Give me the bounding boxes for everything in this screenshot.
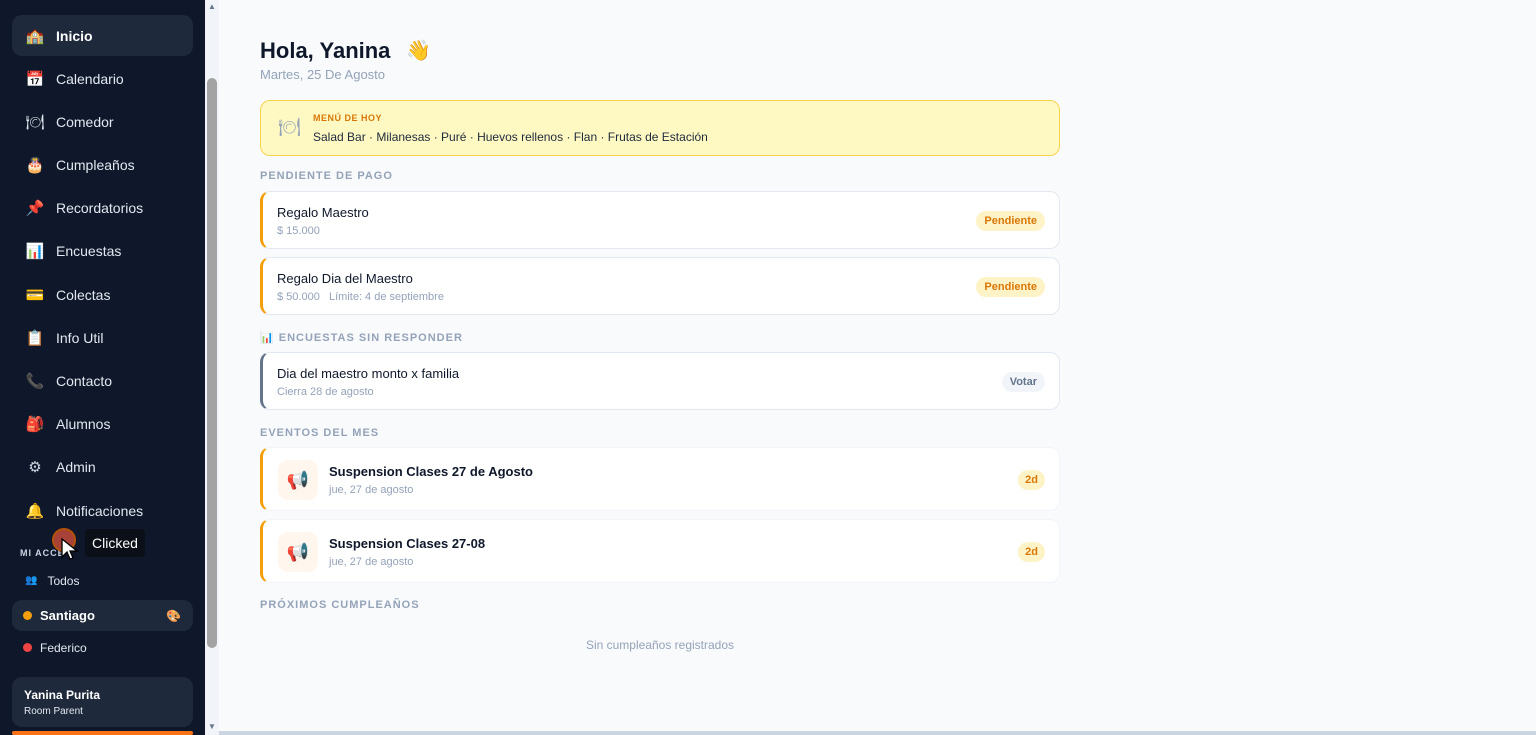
- palette-icon[interactable]: 🎨: [166, 609, 181, 623]
- backpack-icon: 🎒: [25, 415, 45, 433]
- card-title: Regalo Dia del Maestro: [277, 271, 413, 286]
- event-date: jue, 27 de agosto: [329, 556, 414, 568]
- event-card[interactable]: 📢 Suspension Clases 27-08 jue, 27 de ago…: [260, 519, 1060, 583]
- nav-label: Colectas: [56, 286, 111, 303]
- nav-label: Notificaciones: [56, 502, 144, 519]
- window-bottom-border: [219, 731, 1536, 735]
- card-title: Dia del maestro monto x familia: [277, 366, 460, 381]
- school-icon: 🏫: [25, 27, 45, 45]
- days-badge: 2d: [1018, 542, 1045, 562]
- bottom-accent-strip: [12, 731, 193, 735]
- clipboard-icon: 📋: [25, 329, 45, 347]
- nav-item-alumnos[interactable]: 🎒 Alumnos: [12, 403, 193, 444]
- status-dot: [23, 643, 32, 652]
- nav-item-calendario[interactable]: 📅 Calendario: [12, 58, 193, 99]
- scroll-up-arrow-icon[interactable]: ▲: [208, 2, 216, 11]
- vote-button[interactable]: Votar: [1001, 372, 1045, 392]
- nav-label: Encuestas: [56, 242, 122, 259]
- credit-card-icon: 💳: [25, 286, 45, 304]
- page-title: Hola, Yanina: [260, 38, 391, 63]
- main-content: Hola, Yanina 👋 Martes, 25 De Agosto 🍽 ME…: [219, 0, 1536, 731]
- child-label: Todos: [47, 573, 80, 588]
- nav-label: Info Util: [56, 329, 104, 346]
- scroll-thumb[interactable]: [207, 78, 217, 648]
- nav-item-recordatorios[interactable]: 📌 Recordatorios: [12, 187, 193, 228]
- nav-item-comedor[interactable]: 🍽 Comedor: [12, 101, 193, 142]
- calendar-icon: 📅: [25, 70, 45, 88]
- child-label: Federico: [40, 640, 87, 655]
- mouse-cursor-icon: [61, 538, 79, 560]
- event-title: Suspension Clases 27-08: [329, 536, 486, 551]
- waving-hand-icon: 👋: [406, 40, 431, 62]
- plate-icon: 🍽: [25, 113, 45, 131]
- section-heading-events: EVENTOS DEL MES: [260, 427, 380, 439]
- cake-icon: 🎂: [25, 156, 45, 174]
- section-heading-surveys: 📊 ENCUESTAS SIN RESPONDER: [260, 332, 463, 344]
- scroll-down-arrow-icon[interactable]: ▼: [208, 722, 216, 731]
- click-tooltip: Clicked: [85, 529, 145, 557]
- nav-label: Inicio: [56, 27, 93, 44]
- nav-label: Calendario: [56, 70, 124, 87]
- phone-icon: 📞: [25, 372, 45, 390]
- megaphone-icon: 📢: [278, 460, 318, 500]
- sidebar: 🏫 Inicio 📅 Calendario 🍽 Comedor 🎂 Cumple…: [0, 0, 205, 735]
- payment-card[interactable]: Regalo Maestro $ 15.000 Pendiente: [260, 191, 1060, 249]
- nav-item-info-util[interactable]: 📋 Info Util: [12, 317, 193, 358]
- nav-item-encuestas[interactable]: 📊 Encuestas: [12, 230, 193, 271]
- card-title: Regalo Maestro: [277, 205, 369, 220]
- empty-birthdays-text: Sin cumpleaños registrados: [585, 638, 735, 652]
- survey-card[interactable]: Dia del maestro monto x familia Cierra 2…: [260, 352, 1060, 410]
- gear-icon: ⚙: [28, 458, 42, 476]
- scrollbar[interactable]: ▲ ▼: [205, 0, 219, 735]
- user-card[interactable]: Yanina Purita Room Parent: [12, 677, 193, 727]
- event-date: jue, 27 de agosto: [329, 484, 414, 496]
- nav-item-contacto[interactable]: 📞 Contacto: [12, 360, 193, 401]
- user-role: Room Parent: [24, 706, 83, 717]
- event-title: Suspension Clases 27 de Agosto: [329, 464, 533, 479]
- nav-item-cumpleanos[interactable]: 🎂 Cumpleaños: [12, 144, 193, 185]
- user-name: Yanina Purita: [24, 688, 101, 702]
- menu-label: MENÚ DE HOY: [313, 113, 383, 123]
- nav-label: Alumnos: [56, 415, 111, 432]
- bell-icon: 🔔: [25, 502, 45, 520]
- nav-label: Recordatorios: [56, 199, 144, 216]
- days-badge: 2d: [1018, 470, 1045, 490]
- child-label: Santiago: [40, 608, 95, 623]
- users-icon: 👥: [25, 575, 38, 586]
- nav-label: Cumpleaños: [56, 156, 135, 173]
- child-item-federico[interactable]: Federico: [12, 632, 193, 663]
- card-sub: $ 15.000: [277, 225, 320, 237]
- plate-icon: 🍽: [278, 117, 301, 137]
- event-card[interactable]: 📢 Suspension Clases 27 de Agosto jue, 27…: [260, 447, 1060, 511]
- card-sub: Cierra 28 de agosto: [277, 386, 374, 398]
- nav-label: Contacto: [56, 372, 113, 389]
- nav-item-admin[interactable]: ⚙ Admin: [12, 446, 193, 487]
- nav-item-colectas[interactable]: 💳 Colectas: [12, 274, 193, 315]
- child-item-santiago[interactable]: Santiago 🎨: [12, 600, 193, 631]
- nav-item-notificaciones[interactable]: 🔔 Notificaciones: [12, 490, 193, 531]
- status-badge: Pendiente: [976, 277, 1045, 297]
- payment-card[interactable]: Regalo Dia del Maestro $ 50.000 Límite: …: [260, 257, 1060, 315]
- bar-chart-icon: 📊: [25, 242, 45, 260]
- section-heading-pending: PENDIENTE DE PAGO: [260, 170, 393, 182]
- nav-item-inicio[interactable]: 🏫 Inicio: [12, 15, 193, 56]
- pin-icon: 📌: [25, 199, 45, 217]
- card-sub: $ 50.000 Límite: 4 de septiembre: [277, 291, 444, 303]
- nav-label: Admin: [56, 458, 96, 475]
- page-date: Martes, 25 De Agosto: [260, 67, 386, 82]
- menu-items: Salad Bar · Milanesas · Puré · Huevos re…: [313, 130, 708, 144]
- child-item-todos[interactable]: 👥 Todos: [12, 565, 193, 596]
- section-heading-birthdays: PRÓXIMOS CUMPLEAÑOS: [260, 599, 420, 611]
- menu-card[interactable]: 🍽 MENÚ DE HOY Salad Bar · Milanesas · Pu…: [260, 100, 1060, 156]
- status-dot: [23, 611, 32, 620]
- nav-label: Comedor: [56, 113, 114, 130]
- megaphone-icon: 📢: [278, 532, 318, 572]
- status-badge: Pendiente: [976, 211, 1045, 231]
